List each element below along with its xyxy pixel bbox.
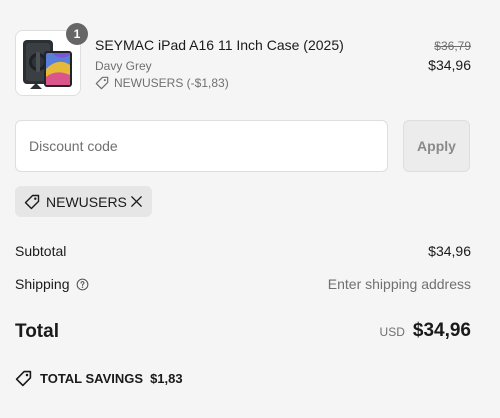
- product-variant: Davy Grey: [95, 59, 152, 73]
- tag-icon: [15, 370, 32, 387]
- tag-icon: [24, 194, 40, 209]
- total-savings: TOTAL SAVINGS $1,83: [15, 370, 183, 387]
- product-discount-note: NEWUSERS (-$1,83): [95, 76, 229, 90]
- total-label: Total: [15, 321, 59, 342]
- close-icon[interactable]: [129, 194, 144, 209]
- help-circle-icon[interactable]: [76, 278, 89, 291]
- subtotal-label: Subtotal: [15, 243, 67, 259]
- shipping-label-group: Shipping: [15, 276, 89, 292]
- original-price: $36,79: [434, 39, 471, 53]
- savings-label: TOTAL SAVINGS: [40, 371, 144, 386]
- total-amount: $34,96: [412, 320, 471, 341]
- product-discount-text: NEWUSERS (-$1,83): [114, 76, 229, 90]
- subtotal-row: Subtotal $34,96: [15, 243, 471, 259]
- product-title: SEYMAC iPad A16 11 Inch Case (2025): [95, 37, 344, 53]
- applied-discount-code: NEWUSERS: [46, 193, 127, 210]
- total-value-group: USD $34,96: [380, 320, 471, 342]
- apply-button[interactable]: Apply: [403, 120, 470, 172]
- shipping-row: Shipping Enter shipping address: [15, 276, 471, 292]
- shipping-value: Enter shipping address: [327, 276, 471, 292]
- product-price: $34,96: [428, 57, 471, 73]
- quantity-badge: 1: [66, 23, 88, 45]
- subtotal-value: $34,96: [428, 243, 471, 259]
- total-row: Total USD $34,96: [15, 320, 471, 344]
- applied-discount-chip: NEWUSERS: [15, 186, 152, 217]
- product-thumbnail-wrapper: 1: [15, 23, 88, 96]
- savings-amount: $1,83: [150, 371, 183, 386]
- discount-code-input[interactable]: [15, 120, 388, 172]
- shipping-label: Shipping: [15, 276, 70, 292]
- currency-code: USD: [379, 325, 405, 339]
- tag-icon: [95, 76, 109, 90]
- cart-line-item: 1 SEYMAC iPad A16 11 Inch Case (2025) Da…: [15, 23, 471, 96]
